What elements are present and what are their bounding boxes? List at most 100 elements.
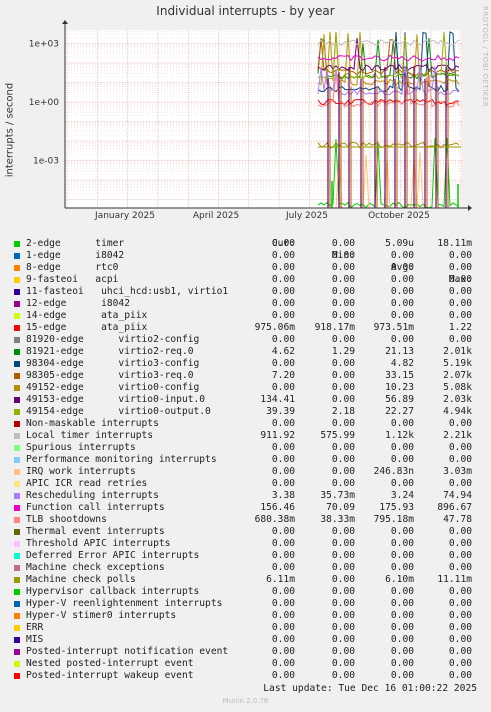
legend-series-name: Nested posted-interrupt event [26, 658, 194, 669]
legend-row: 49154-edge virtio0-output.0 39.39 2.18 22.2… [14, 406, 484, 418]
legend-row: Machine check polls 6.11m 0.00 6.10m 11.11m [14, 574, 484, 586]
legend-max-value: 0.00 [448, 562, 472, 573]
legend-row: 2-edge timer 0.00 0.00 5.09u 18.11m [14, 238, 484, 250]
legend-row: 98305-edge virtio3-req.0 7.20 0.00 33.15 2.0… [14, 370, 484, 382]
legend-row: ERR 0.00 0.00 0.00 0.00 [14, 622, 484, 634]
legend-series-name: Non-maskable interrupts [26, 418, 159, 429]
legend-max-value: 0.00 [448, 598, 472, 609]
legend-swatch [14, 337, 20, 343]
x-tick-label: April 2025 [193, 211, 239, 221]
legend-series-name: 14-edge ata_piix [26, 310, 148, 321]
legend-max-value: 2.03k [443, 394, 472, 405]
legend-max-value: 0.00 [448, 334, 472, 345]
legend-swatch [14, 445, 20, 451]
legend-swatch [14, 433, 20, 439]
legend-swatch [14, 241, 20, 247]
legend-max-value: 0.00 [448, 610, 472, 621]
legend-max-value: 0.00 [448, 658, 472, 669]
legend-swatch [14, 301, 20, 307]
legend-series-name: 11-fasteoi uhci_hcd:usb1, virtio1 [26, 286, 229, 297]
legend-max-value: 0.00 [448, 646, 472, 657]
x-tick-label: July 2025 [285, 211, 328, 221]
legend-row: 49152-edge virtio0-config 0.00 0.00 10.23 5.… [14, 382, 484, 394]
legend-max-value: 0.00 [448, 262, 472, 273]
legend-swatch [14, 673, 20, 679]
legend-swatch [14, 481, 20, 487]
legend-row: Nested posted-interrupt event 0.00 0.00 0.0… [14, 658, 484, 670]
legend-max-value: 0.00 [448, 550, 472, 561]
legend-series-name: TLB shootdowns [26, 514, 107, 525]
legend-max-value: 18.11m [437, 238, 472, 249]
legend-series-name: Posted-interrupt wakeup event [26, 670, 194, 681]
legend-swatch [14, 469, 20, 475]
legend-row: 1-edge i8042 0.00 0.00 0.00 0.00 [14, 250, 484, 262]
legend-swatch [14, 277, 20, 283]
legend-series-name: 98305-edge virtio3-req.0 [26, 370, 194, 381]
legend-swatch [14, 493, 20, 499]
legend-series-name: Thermal event interrupts [26, 526, 165, 537]
legend-max-value: 11.11m [437, 574, 472, 585]
legend-series-name: 8-edge rtc0 [26, 262, 119, 273]
legend-row: Machine check exceptions 0.00 0.00 0.00 0.00 [14, 562, 484, 574]
legend-row: 98304-edge virtio3-config 0.00 0.00 4.82 5.1… [14, 358, 484, 370]
legend-row: Thermal event interrupts 0.00 0.00 0.00 0.00 [14, 526, 484, 538]
legend-series-name: Hypervisor callback interrupts [26, 586, 200, 597]
legend-row: 9-fasteoi acpi 0.00 0.00 0.00 0.00 [14, 274, 484, 286]
legend-row: 81921-edge virtio2-req.0 4.62 1.29 21.13 2.0… [14, 346, 484, 358]
legend-row: Local timer interrupts 911.92 575.99 1.12k 2… [14, 430, 484, 442]
legend-max-value: 0.00 [448, 586, 472, 597]
legend-max-value: 0.00 [448, 538, 472, 549]
legend-series-name: 12-edge i8042 [26, 298, 130, 309]
legend-series-name: APIC ICR read retries [26, 478, 148, 489]
legend-row: Function call interrupts 156.46 70.09 175.9… [14, 502, 484, 514]
legend-swatch [14, 565, 20, 571]
chart-plot: 1e+03 1e+00 1e-03 January 2025 April 2025 Jul… [29, 20, 472, 221]
legend-row: Hyper-V reenlightenment interrupts 0.00 0.… [14, 598, 484, 610]
legend-max-value: 1.22 [448, 322, 472, 333]
legend-swatch [14, 661, 20, 667]
legend: Cur: Min: Avg: Max: 2-edge timer 0.00 0.00… [14, 226, 484, 682]
legend-max-value: 2.21k [443, 430, 472, 441]
legend-series-name: 49154-edge virtio0-output.0 [26, 406, 211, 417]
legend-max-value: 4.94k [443, 406, 472, 417]
legend-max-value: 0.00 [448, 298, 472, 309]
legend-row: Hypervisor callback interrupts 0.00 0.00 0.… [14, 586, 484, 598]
legend-series-name: 9-fasteoi acpi [26, 274, 119, 285]
legend-row: Deferred Error APIC interrupts 0.00 0.00 0.… [14, 550, 484, 562]
legend-series-name: 98304-edge virtio3-config [26, 358, 200, 369]
legend-series-name: Hyper-V stimer0 interrupts [26, 610, 177, 621]
legend-row: 11-fasteoi uhci_hcd:usb1, virtio1 0.00 0.0… [14, 286, 484, 298]
legend-max-value: 0.00 [448, 274, 472, 285]
legend-swatch [14, 253, 20, 259]
y-axis-arrow [62, 20, 68, 24]
legend-row: Hyper-V stimer0 interrupts 0.00 0.00 0.00 0.… [14, 610, 484, 622]
legend-swatch [14, 505, 20, 511]
legend-series-name: Function call interrupts [26, 502, 165, 513]
legend-swatch [14, 601, 20, 607]
legend-swatch [14, 589, 20, 595]
legend-max-value: 0.00 [448, 526, 472, 537]
legend-max-value: 0.00 [448, 418, 472, 429]
legend-series-name: ERR [26, 622, 44, 633]
legend-series-name: Threshold APIC interrupts [26, 538, 171, 549]
legend-max-value: 0.00 [448, 454, 472, 465]
legend-series-name: 49152-edge virtio0-config [26, 382, 200, 393]
legend-swatch [14, 649, 20, 655]
legend-swatch [14, 613, 20, 619]
legend-row: Performance monitoring interrupts 0.00 0.0… [14, 454, 484, 466]
legend-row: Rescheduling interrupts 3.38 35.73m 3.24 74.… [14, 490, 484, 502]
legend-series-name: 81921-edge virtio2-req.0 [26, 346, 194, 357]
legend-row: 15-edge ata_piix 975.06m 918.17m 973.51m 1.2… [14, 322, 484, 334]
legend-row: Non-maskable interrupts 0.00 0.00 0.00 0.00 [14, 418, 484, 430]
y-tick-label: 1e-03 [33, 157, 59, 167]
legend-series-name: Performance monitoring interrupts [26, 454, 217, 465]
legend-max-value: 5.19k [443, 358, 472, 369]
last-update: Last update: Tue Dec 16 01:00:22 2025 [263, 683, 477, 694]
legend-row: 81920-edge virtio2-config 0.00 0.00 0.00 0.0… [14, 334, 484, 346]
legend-max-value: 0.00 [448, 622, 472, 633]
legend-row: IRQ work interrupts 0.00 0.00 246.83n 3.03m [14, 466, 484, 478]
legend-swatch [14, 421, 20, 427]
munin-version: Munin 2.0.76 [222, 697, 269, 705]
x-tick-label: January 2025 [94, 211, 155, 221]
legend-max-value: 3.03m [443, 466, 472, 477]
